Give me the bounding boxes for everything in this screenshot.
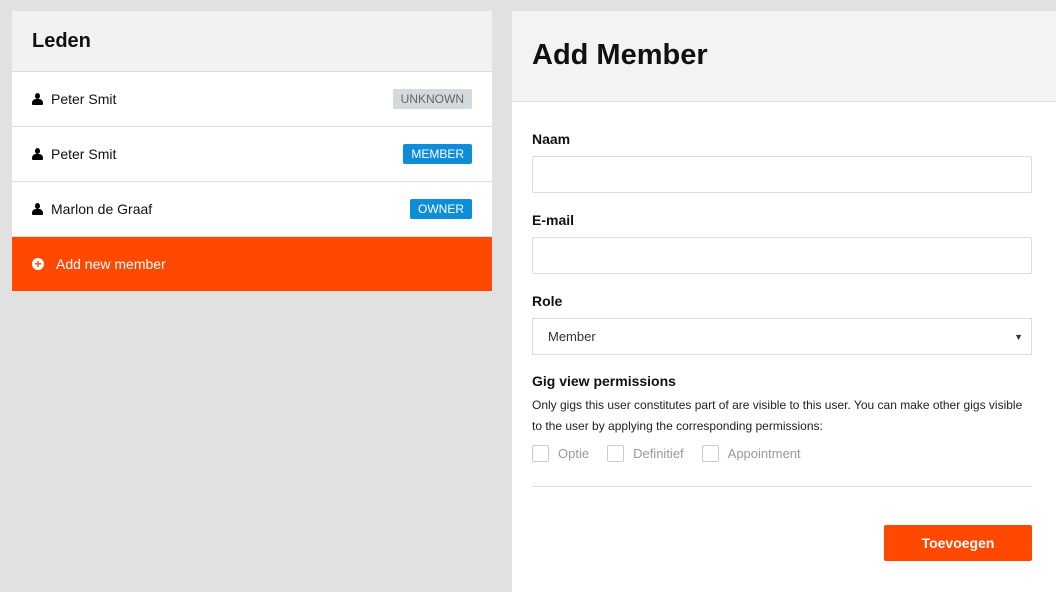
checkbox-icon[interactable] — [607, 445, 625, 462]
add-member-panel: Add Member Naam E-mail Role Member ▼ Gig… — [512, 11, 1056, 592]
status-badge: OWNER — [410, 199, 472, 219]
member-name: Peter Smit — [51, 91, 117, 107]
members-panel: Leden Peter Smit UNKNOWN Peter Smit MEMB… — [12, 11, 492, 291]
list-item[interactable]: Peter Smit MEMBER — [12, 127, 492, 182]
panel-title: Leden — [12, 11, 492, 72]
submit-button[interactable]: Toevoegen — [884, 525, 1032, 561]
plus-circle-icon: + — [32, 258, 44, 270]
user-icon — [32, 148, 43, 160]
status-badge: MEMBER — [403, 144, 472, 164]
checkbox-icon[interactable] — [701, 445, 719, 462]
add-member-label: Add new member — [56, 256, 166, 272]
email-input[interactable] — [532, 237, 1032, 274]
role-select[interactable]: Member ▼ — [532, 318, 1032, 355]
member-name: Peter Smit — [51, 146, 117, 162]
email-label: E-mail — [532, 212, 575, 228]
member-name: Marlon de Graaf — [51, 201, 153, 217]
name-input[interactable] — [532, 156, 1032, 193]
checkbox-icon[interactable] — [532, 445, 549, 462]
user-icon — [32, 93, 43, 105]
list-item[interactable]: Marlon de Graaf OWNER — [12, 182, 492, 237]
list-item[interactable]: Peter Smit UNKNOWN — [12, 72, 492, 127]
name-label: Naam — [532, 131, 571, 147]
checkbox-label: Appointment — [727, 446, 801, 461]
role-value: Member — [548, 329, 596, 344]
user-icon — [32, 203, 43, 215]
divider — [532, 486, 1032, 487]
permissions-title: Gig view permissions — [532, 373, 676, 389]
page-title: Add Member — [512, 11, 1056, 102]
checkbox-definitief[interactable]: Definitief — [607, 445, 684, 462]
checkbox-label: Optie — [558, 446, 590, 461]
add-member-button[interactable]: + Add new member — [12, 237, 492, 291]
caret-down-icon: ▼ — [1014, 331, 1023, 342]
checkbox-appointment[interactable]: Appointment — [701, 445, 801, 462]
permissions-description: Only gigs this user constitutes part of … — [532, 398, 1023, 433]
checkbox-label: Definitief — [633, 446, 684, 461]
checkbox-optie[interactable]: Optie — [532, 445, 589, 462]
role-label: Role — [532, 293, 563, 309]
status-badge: UNKNOWN — [392, 89, 472, 109]
